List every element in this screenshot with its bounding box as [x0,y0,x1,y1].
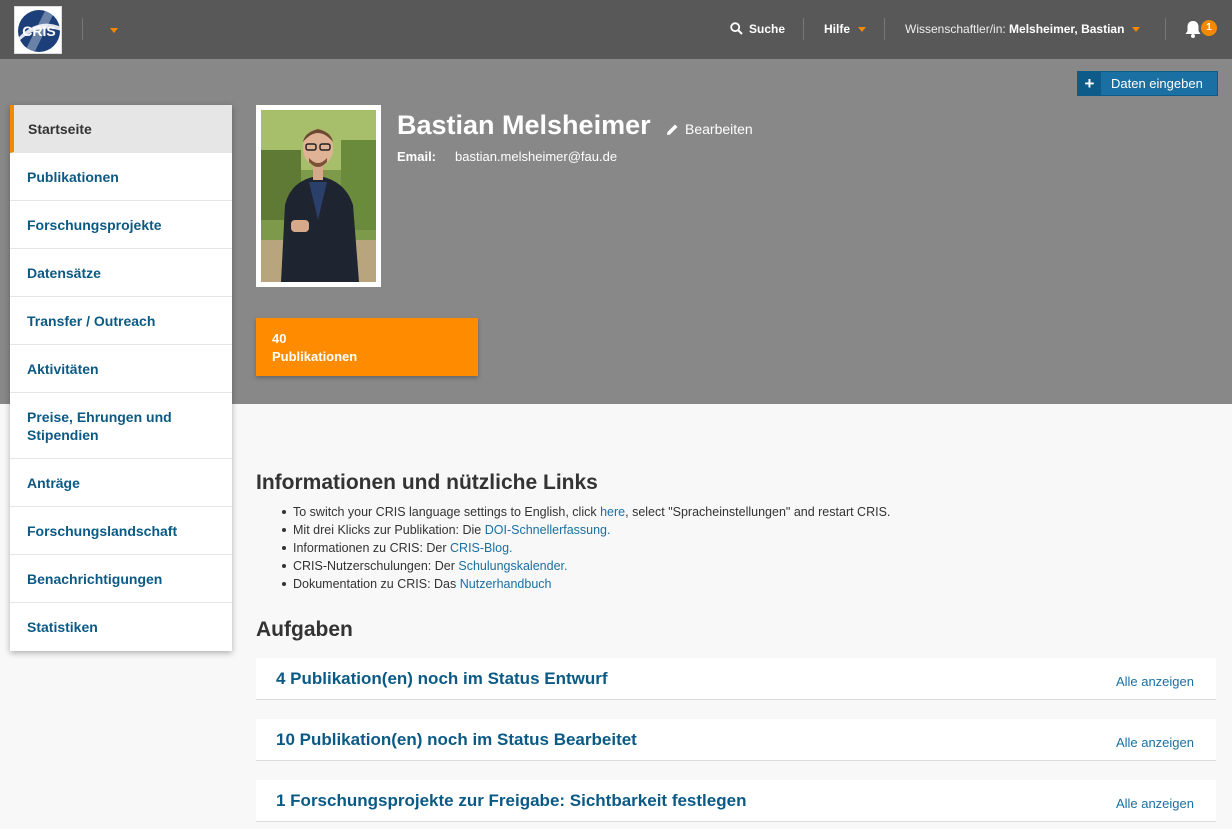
email-value: bastian.melsheimer@fau.de [455,149,618,164]
language-settings-link[interactable]: here [600,505,625,519]
search-label: Suche [749,22,786,36]
edit-profile-link[interactable]: Bearbeiten [666,121,753,137]
sidebar-item-forschungslandschaft[interactable]: Forschungslandschaft [10,507,232,555]
task-title[interactable]: 1 Forschungsprojekte zur Freigabe: Sicht… [276,791,746,811]
sidebar-item-preise[interactable]: Preise, Ehrungen und Stipendien [10,393,232,459]
sidebar-item-label: Forschungslandschaft [27,522,178,539]
sidebar-item-benachrichtigungen[interactable]: Benachrichtigungen [10,555,232,603]
notification-badge: 1 [1201,20,1217,36]
email-label: Email: [397,149,437,164]
sidebar-item-antraege[interactable]: Anträge [10,459,232,507]
sidebar-item-label: Transfer / Outreach [27,312,156,329]
search-icon [730,22,743,35]
show-all-link[interactable]: Alle anzeigen [1116,796,1194,811]
sidebar-item-startseite[interactable]: Startseite [10,105,232,153]
list-item: Informationen zu CRIS: Der CRIS-Blog. [278,539,890,557]
context-dropdown-toggle[interactable] [104,22,124,38]
chevron-down-icon [110,28,118,34]
list-item: Mit drei Klicks zur Publikation: Die DOI… [278,521,890,539]
help-menu[interactable]: Hilfe [824,21,867,37]
publications-tile[interactable]: 40 Publikationen [256,318,478,376]
sidebar-item-label: Startseite [28,120,92,137]
sidebar-item-label: Anträge [27,474,80,491]
profile-name: Bastian Melsheimer [397,110,651,140]
logo-text: CRIS [22,23,55,39]
profile-photo [256,105,381,287]
tasks-section-title: Aufgaben [256,618,353,641]
info-section-title: Informationen und nützliche Links [256,471,598,494]
user-name: Melsheimer, Bastian [1009,22,1125,36]
show-all-link[interactable]: Alle anzeigen [1116,735,1194,750]
chevron-down-icon [858,27,867,33]
user-menu[interactable]: Wissenschaftler/in: Melsheimer, Bastian [905,21,1141,37]
task-title[interactable]: 4 Publikation(en) noch im Status Entwurf [276,669,608,689]
sidebar-item-statistiken[interactable]: Statistiken [10,603,232,651]
sidebar-item-forschungsprojekte[interactable]: Forschungsprojekte [10,201,232,249]
cris-blog-link[interactable]: CRIS-Blog. [450,541,513,555]
sidebar-item-label: Statistiken [27,619,98,635]
role-label: Wissenschaftler/in: [905,22,1006,36]
list-item: To switch your CRIS language settings to… [278,503,890,521]
sidebar-item-label: Aktivitäten [27,360,99,377]
publications-tile-label: Publikationen [272,349,358,364]
list-item: Dokumentation zu CRIS: Das Nutzerhandbuc… [278,575,890,593]
doi-quick-entry-link[interactable]: DOI-Schnellerfassung. [485,523,611,537]
sidebar-item-datensaetze[interactable]: Datensätze [10,249,232,297]
cris-logo[interactable]: CRIS [14,6,62,54]
search-link[interactable]: Suche [730,21,785,37]
show-all-link[interactable]: Alle anzeigen [1116,674,1194,689]
sidebar-item-transfer-outreach[interactable]: Transfer / Outreach [10,297,232,345]
enter-data-label: Daten eingeben [1101,72,1217,95]
task-card: 10 Publikation(en) noch im Status Bearbe… [256,719,1216,761]
sidebar-item-aktivitaeten[interactable]: Aktivitäten [10,345,232,393]
sidebar-item-label: Preise, Ehrungen und Stipendien [27,408,172,443]
list-item: CRIS-Nutzerschulungen: Der Schulungskale… [278,557,890,575]
pencil-icon [667,124,678,135]
top-navigation-bar: CRIS Suche Hilfe Wissenschaftler/in: Mel… [0,0,1232,59]
task-card: 1 Forschungsprojekte zur Freigabe: Sicht… [256,780,1216,822]
edit-label: Bearbeiten [685,121,753,137]
task-card: 4 Publikation(en) noch im Status Entwurf… [256,658,1216,700]
publications-count: 40 [272,331,287,346]
sidebar-item-label: Publikationen [27,168,119,185]
sidebar-item-label: Forschungsprojekte [27,216,162,233]
info-links-list: To switch your CRIS language settings to… [278,503,890,593]
sidebar-navigation: Startseite Publikationen Forschungsproje… [10,105,232,651]
bell-icon [1185,21,1201,38]
help-label: Hilfe [824,22,851,36]
enter-data-button[interactable]: + Daten eingeben [1077,71,1218,96]
task-title[interactable]: 10 Publikation(en) noch im Status Bearbe… [276,730,637,750]
plus-icon: + [1078,72,1101,95]
training-calendar-link[interactable]: Schulungskalender. [458,559,567,573]
sidebar-item-publikationen[interactable]: Publikationen [10,153,232,201]
sidebar-item-label: Datensätze [27,264,101,281]
sidebar-item-label: Benachrichtigungen [27,570,163,587]
chevron-down-icon [1132,27,1141,33]
user-manual-link[interactable]: Nutzerhandbuch [460,577,552,591]
